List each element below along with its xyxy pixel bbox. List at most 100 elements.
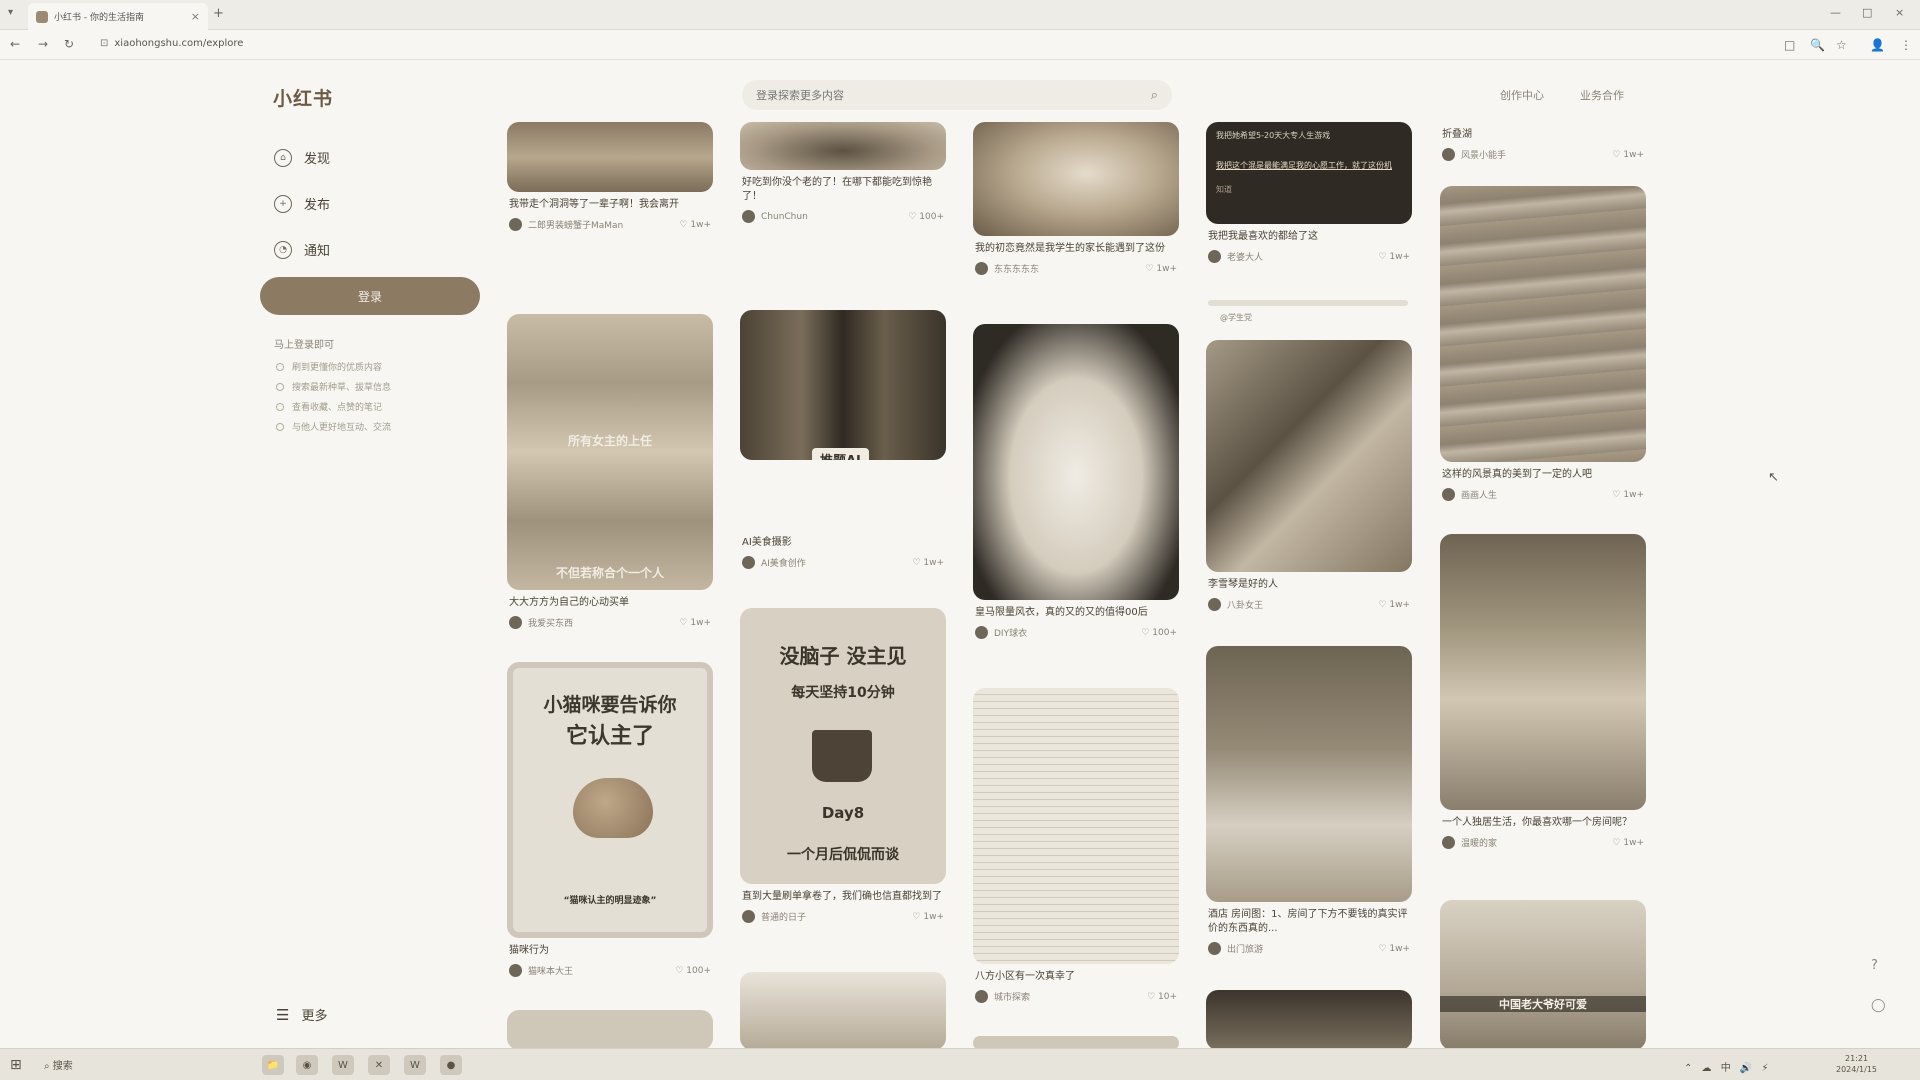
avatar[interactable]	[975, 262, 988, 275]
app-logo[interactable]: 小红书	[273, 84, 333, 111]
maximize-button[interactable]: □	[1862, 6, 1872, 19]
note-cover-image[interactable]: 没脑子 没主见 每天坚持10分钟 Day8 一个月后侃侃而谈	[740, 608, 946, 884]
avatar[interactable]	[742, 556, 755, 569]
note-cover-image[interactable]	[507, 1010, 713, 1050]
note-card[interactable]: 这样的风景真的美到了一定的人吧 画画人生 ♡ 1w+	[1440, 186, 1646, 501]
like-count[interactable]: ♡ 100+	[908, 212, 944, 222]
tag-label[interactable]: @学生党	[1220, 312, 1252, 323]
note-author[interactable]: 八卦女王	[1227, 598, 1378, 611]
note-author[interactable]: 普通的日子	[761, 910, 912, 923]
site-info-icon[interactable]: ⊡	[100, 38, 108, 49]
taskbar-clock[interactable]: 21:21 2024/1/15	[1836, 1053, 1877, 1075]
creator-center-link[interactable]: 创作中心	[1500, 87, 1544, 103]
sidebar-item-notify[interactable]: ◔ 通知	[274, 240, 330, 259]
note-card[interactable]: 酒店 房间图：1、房间了下方不要钱的真实评价的东西真的... 出门旅游 ♡ 1w+	[1206, 646, 1412, 955]
note-author[interactable]: 猫咪本大王	[528, 964, 675, 977]
note-cover-image[interactable]	[1206, 990, 1412, 1050]
forward-icon[interactable]: →	[38, 37, 48, 51]
close-window-button[interactable]: ×	[1895, 6, 1904, 19]
like-count[interactable]: ♡ 1w+	[1378, 944, 1410, 954]
like-count[interactable]: ♡ 10+	[1147, 992, 1177, 1002]
note-title[interactable]: 我带走个洞洞等了一辈子啊！我会离开	[507, 198, 713, 212]
avatar[interactable]	[509, 616, 522, 629]
note-author[interactable]: 二郎男装螃蟹子MaMan	[528, 218, 679, 231]
note-cover-image[interactable]	[740, 122, 946, 170]
like-count[interactable]: ♡ 1w+	[1145, 264, 1177, 274]
note-cover-image[interactable]	[973, 324, 1179, 600]
like-count[interactable]: ♡ 1w+	[1378, 252, 1410, 262]
app-icon[interactable]: ✕	[368, 1055, 390, 1075]
like-count[interactable]: ♡ 100+	[675, 966, 711, 976]
more-menu[interactable]: ☰ 更多	[276, 1005, 327, 1025]
sidebar-item-publish[interactable]: + 发布	[274, 194, 330, 213]
url-field[interactable]: ⊡ xiaohongshu.com/explore	[100, 38, 243, 49]
windows-start-icon[interactable]: ⊞	[10, 1057, 22, 1073]
note-title[interactable]: 李雪琴是好的人	[1206, 578, 1412, 592]
note-title[interactable]: 好吃到你没个老的了！在哪下都能吃到惊艳了！	[740, 176, 946, 204]
note-title[interactable]: 一个人独居生活，你最喜欢哪一个房间呢？	[1440, 816, 1646, 830]
note-author[interactable]: ChunChun	[761, 212, 908, 222]
like-count[interactable]: ♡ 1w+	[912, 558, 944, 568]
avatar[interactable]	[509, 964, 522, 977]
browser-app-icon[interactable]: ◉	[296, 1055, 318, 1075]
like-count[interactable]: ♡ 1w+	[1612, 490, 1644, 500]
like-count[interactable]: ♡ 1w+	[912, 912, 944, 922]
note-title[interactable]: AI美食摄影	[740, 536, 946, 550]
note-cover-image[interactable]	[1206, 646, 1412, 902]
note-title[interactable]: 这样的风景真的美到了一定的人吧	[1440, 468, 1646, 482]
avatar[interactable]	[975, 626, 988, 639]
tab-close-icon[interactable]: ×	[191, 10, 200, 23]
note-card[interactable]	[507, 1010, 713, 1050]
back-icon[interactable]: ←	[10, 37, 20, 51]
note-card[interactable]: 折叠湖 风景小能手 ♡ 1w+	[1440, 122, 1646, 161]
avatar[interactable]	[1208, 250, 1221, 263]
note-author[interactable]: 我爱买东西	[528, 616, 679, 629]
note-cover-image[interactable]	[740, 972, 946, 1050]
reload-icon[interactable]: ↻	[64, 37, 74, 51]
note-title[interactable]: 猫咪行为	[507, 944, 713, 958]
note-author[interactable]: 老婆大人	[1227, 250, 1378, 263]
file-explorer-icon[interactable]: 📁	[262, 1055, 284, 1075]
like-count[interactable]: ♡ 1w+	[1612, 838, 1644, 848]
avatar[interactable]	[1208, 598, 1221, 611]
note-card[interactable]: 好吃到你没个老的了！在哪下都能吃到惊艳了！ ChunChun ♡ 100+	[740, 122, 946, 223]
note-cover-image[interactable]	[1440, 186, 1646, 462]
note-cover-image[interactable]: 我把她希望5-20天大专人生游戏 我把这个混是最能满足我的心愿工作，就了这份机 …	[1206, 122, 1412, 224]
search-bar[interactable]: ⌕	[742, 80, 1172, 110]
note-author[interactable]: 风景小能手	[1461, 148, 1612, 161]
note-title[interactable]: 皇马限量风衣，真的又的又的值得00后	[973, 606, 1179, 620]
business-link[interactable]: 业务合作	[1580, 87, 1624, 103]
like-count[interactable]: ♡ 100+	[1141, 628, 1177, 638]
note-cover-image[interactable]: 中国老大爷好可爱	[1440, 900, 1646, 1050]
profile-icon[interactable]: 👤	[1870, 38, 1885, 52]
note-card[interactable]: 所有女主的上任 不但若称合个一个人 大大方方为自己的心动买单 我爱买东西 ♡ 1w…	[507, 314, 713, 629]
avatar[interactable]	[742, 210, 755, 223]
note-card[interactable]: 我带走个洞洞等了一辈子啊！我会离开 二郎男装螃蟹子MaMan ♡ 1w+	[507, 122, 713, 231]
note-card[interactable]: 八方小区有一次真幸了 城市探索 ♡ 10+	[973, 688, 1179, 1003]
note-card[interactable]: 中国老大爷好可爱	[1440, 900, 1646, 1050]
search-input[interactable]	[756, 88, 1151, 102]
note-card[interactable]: 推题AI AI美食摄影 AI美食创作♡ 1w+	[740, 310, 946, 569]
note-author[interactable]: DIY球衣	[994, 626, 1141, 639]
new-tab-button[interactable]: +	[213, 6, 224, 21]
note-card[interactable]: 小猫咪要告诉你 它认主了 “猫咪认主的明显迹象” 猫咪行为 猫咪本大王 ♡ 100…	[507, 662, 713, 977]
tab-menu-icon[interactable]: ▾	[8, 7, 13, 18]
login-button[interactable]: 登录	[260, 277, 480, 315]
like-count[interactable]: ♡ 1w+	[1378, 600, 1410, 610]
browser-menu-icon[interactable]: ⋮	[1900, 38, 1912, 52]
help-icon[interactable]: ?	[1871, 958, 1878, 973]
note-card[interactable]: 李雪琴是好的人 八卦女王 ♡ 1w+	[1206, 340, 1412, 611]
avatar[interactable]	[1208, 942, 1221, 955]
wps-app-icon[interactable]: W	[404, 1055, 426, 1075]
word-app-icon[interactable]: W	[332, 1055, 354, 1075]
note-cover-image[interactable]	[973, 688, 1179, 964]
note-title[interactable]: 折叠湖	[1440, 128, 1646, 142]
like-count[interactable]: ♡ 1w+	[1612, 150, 1644, 160]
avatar[interactable]	[975, 990, 988, 1003]
note-author[interactable]: 东东东东东	[994, 262, 1145, 275]
note-cover-image[interactable]	[1440, 534, 1646, 810]
avatar[interactable]	[509, 218, 522, 231]
note-author[interactable]: 城市探索	[994, 990, 1147, 1003]
note-card[interactable]: 我的初恋竟然是我学生的家长能遇到了这份 东东东东东 ♡ 1w+	[973, 122, 1179, 275]
note-cover-image[interactable]: 小猫咪要告诉你 它认主了 “猫咪认主的明显迹象”	[507, 662, 713, 938]
